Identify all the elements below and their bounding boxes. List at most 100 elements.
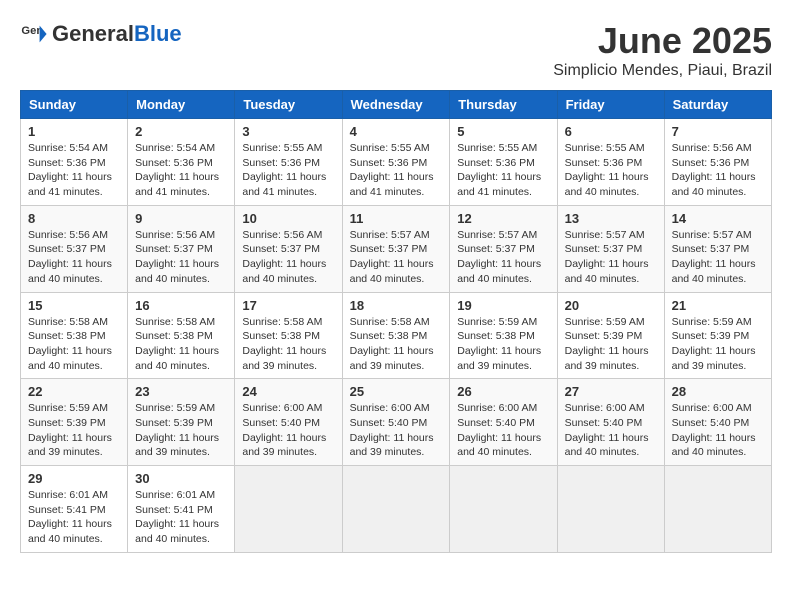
day-number: 11 — [350, 211, 443, 226]
day-info: Sunrise: 6:00 AM Sunset: 5:40 PM Dayligh… — [672, 401, 764, 460]
day-info: Sunrise: 5:57 AM Sunset: 5:37 PM Dayligh… — [672, 228, 764, 287]
day-info: Sunrise: 5:55 AM Sunset: 5:36 PM Dayligh… — [457, 141, 549, 200]
table-row: 19 Sunrise: 5:59 AM Sunset: 5:38 PM Dayl… — [450, 292, 557, 379]
day-info: Sunrise: 6:00 AM Sunset: 5:40 PM Dayligh… — [565, 401, 657, 460]
day-number: 25 — [350, 384, 443, 399]
logo-text-general: General — [52, 21, 134, 46]
table-row: 29 Sunrise: 6:01 AM Sunset: 5:41 PM Dayl… — [21, 466, 128, 553]
day-info: Sunrise: 6:01 AM Sunset: 5:41 PM Dayligh… — [135, 488, 227, 547]
location-title: Simplicio Mendes, Piaui, Brazil — [553, 62, 772, 80]
table-row: 23 Sunrise: 5:59 AM Sunset: 5:39 PM Dayl… — [128, 379, 235, 466]
day-info: Sunrise: 6:00 AM Sunset: 5:40 PM Dayligh… — [242, 401, 334, 460]
col-wednesday: Wednesday — [342, 91, 450, 119]
col-friday: Friday — [557, 91, 664, 119]
day-number: 23 — [135, 384, 227, 399]
day-number: 6 — [565, 124, 657, 139]
col-sunday: Sunday — [21, 91, 128, 119]
day-info: Sunrise: 5:54 AM Sunset: 5:36 PM Dayligh… — [135, 141, 227, 200]
table-row — [342, 466, 450, 553]
table-row: 8 Sunrise: 5:56 AM Sunset: 5:37 PM Dayli… — [21, 205, 128, 292]
day-number: 13 — [565, 211, 657, 226]
day-info: Sunrise: 5:59 AM Sunset: 5:39 PM Dayligh… — [135, 401, 227, 460]
table-row: 17 Sunrise: 5:58 AM Sunset: 5:38 PM Dayl… — [235, 292, 342, 379]
day-number: 22 — [28, 384, 120, 399]
table-row: 11 Sunrise: 5:57 AM Sunset: 5:37 PM Dayl… — [342, 205, 450, 292]
col-tuesday: Tuesday — [235, 91, 342, 119]
table-row — [450, 466, 557, 553]
day-number: 26 — [457, 384, 549, 399]
day-info: Sunrise: 5:56 AM Sunset: 5:37 PM Dayligh… — [242, 228, 334, 287]
table-row: 28 Sunrise: 6:00 AM Sunset: 5:40 PM Dayl… — [664, 379, 771, 466]
table-row: 27 Sunrise: 6:00 AM Sunset: 5:40 PM Dayl… — [557, 379, 664, 466]
calendar-row: 29 Sunrise: 6:01 AM Sunset: 5:41 PM Dayl… — [21, 466, 772, 553]
table-row: 9 Sunrise: 5:56 AM Sunset: 5:37 PM Dayli… — [128, 205, 235, 292]
day-number: 19 — [457, 298, 549, 313]
day-info: Sunrise: 5:59 AM Sunset: 5:38 PM Dayligh… — [457, 315, 549, 374]
day-info: Sunrise: 5:56 AM Sunset: 5:37 PM Dayligh… — [28, 228, 120, 287]
table-row: 7 Sunrise: 5:56 AM Sunset: 5:36 PM Dayli… — [664, 119, 771, 206]
table-row: 26 Sunrise: 6:00 AM Sunset: 5:40 PM Dayl… — [450, 379, 557, 466]
day-number: 15 — [28, 298, 120, 313]
table-row: 14 Sunrise: 5:57 AM Sunset: 5:37 PM Dayl… — [664, 205, 771, 292]
logo-text-blue: Blue — [134, 21, 182, 46]
col-thursday: Thursday — [450, 91, 557, 119]
calendar-row: 8 Sunrise: 5:56 AM Sunset: 5:37 PM Dayli… — [21, 205, 772, 292]
day-info: Sunrise: 5:58 AM Sunset: 5:38 PM Dayligh… — [242, 315, 334, 374]
table-row: 22 Sunrise: 5:59 AM Sunset: 5:39 PM Dayl… — [21, 379, 128, 466]
day-info: Sunrise: 5:59 AM Sunset: 5:39 PM Dayligh… — [28, 401, 120, 460]
day-info: Sunrise: 5:55 AM Sunset: 5:36 PM Dayligh… — [565, 141, 657, 200]
table-row: 10 Sunrise: 5:56 AM Sunset: 5:37 PM Dayl… — [235, 205, 342, 292]
day-number: 9 — [135, 211, 227, 226]
day-number: 8 — [28, 211, 120, 226]
day-number: 2 — [135, 124, 227, 139]
day-number: 3 — [242, 124, 334, 139]
table-row: 2 Sunrise: 5:54 AM Sunset: 5:36 PM Dayli… — [128, 119, 235, 206]
table-row: 6 Sunrise: 5:55 AM Sunset: 5:36 PM Dayli… — [557, 119, 664, 206]
day-number: 5 — [457, 124, 549, 139]
day-info: Sunrise: 5:57 AM Sunset: 5:37 PM Dayligh… — [565, 228, 657, 287]
table-row: 1 Sunrise: 5:54 AM Sunset: 5:36 PM Dayli… — [21, 119, 128, 206]
table-row: 21 Sunrise: 5:59 AM Sunset: 5:39 PM Dayl… — [664, 292, 771, 379]
day-info: Sunrise: 5:58 AM Sunset: 5:38 PM Dayligh… — [28, 315, 120, 374]
header: Gen GeneralBlue June 2025 Simplicio Mend… — [20, 20, 772, 80]
day-info: Sunrise: 6:00 AM Sunset: 5:40 PM Dayligh… — [457, 401, 549, 460]
day-number: 17 — [242, 298, 334, 313]
day-info: Sunrise: 5:54 AM Sunset: 5:36 PM Dayligh… — [28, 141, 120, 200]
day-info: Sunrise: 5:57 AM Sunset: 5:37 PM Dayligh… — [350, 228, 443, 287]
table-row: 5 Sunrise: 5:55 AM Sunset: 5:36 PM Dayli… — [450, 119, 557, 206]
day-number: 1 — [28, 124, 120, 139]
day-info: Sunrise: 5:56 AM Sunset: 5:36 PM Dayligh… — [672, 141, 764, 200]
table-row: 4 Sunrise: 5:55 AM Sunset: 5:36 PM Dayli… — [342, 119, 450, 206]
day-number: 24 — [242, 384, 334, 399]
col-monday: Monday — [128, 91, 235, 119]
calendar-row: 22 Sunrise: 5:59 AM Sunset: 5:39 PM Dayl… — [21, 379, 772, 466]
day-info: Sunrise: 5:58 AM Sunset: 5:38 PM Dayligh… — [350, 315, 443, 374]
calendar-header-row: Sunday Monday Tuesday Wednesday Thursday… — [21, 91, 772, 119]
day-number: 21 — [672, 298, 764, 313]
logo-icon: Gen — [20, 20, 48, 48]
calendar-row: 1 Sunrise: 5:54 AM Sunset: 5:36 PM Dayli… — [21, 119, 772, 206]
day-number: 14 — [672, 211, 764, 226]
day-info: Sunrise: 5:58 AM Sunset: 5:38 PM Dayligh… — [135, 315, 227, 374]
day-number: 20 — [565, 298, 657, 313]
col-saturday: Saturday — [664, 91, 771, 119]
table-row: 18 Sunrise: 5:58 AM Sunset: 5:38 PM Dayl… — [342, 292, 450, 379]
table-row — [664, 466, 771, 553]
day-number: 29 — [28, 471, 120, 486]
table-row: 13 Sunrise: 5:57 AM Sunset: 5:37 PM Dayl… — [557, 205, 664, 292]
table-row: 30 Sunrise: 6:01 AM Sunset: 5:41 PM Dayl… — [128, 466, 235, 553]
day-info: Sunrise: 5:56 AM Sunset: 5:37 PM Dayligh… — [135, 228, 227, 287]
table-row — [557, 466, 664, 553]
day-number: 12 — [457, 211, 549, 226]
day-info: Sunrise: 6:01 AM Sunset: 5:41 PM Dayligh… — [28, 488, 120, 547]
day-info: Sunrise: 5:59 AM Sunset: 5:39 PM Dayligh… — [565, 315, 657, 374]
day-number: 28 — [672, 384, 764, 399]
table-row: 25 Sunrise: 6:00 AM Sunset: 5:40 PM Dayl… — [342, 379, 450, 466]
table-row: 24 Sunrise: 6:00 AM Sunset: 5:40 PM Dayl… — [235, 379, 342, 466]
logo: Gen GeneralBlue — [20, 20, 182, 48]
day-info: Sunrise: 6:00 AM Sunset: 5:40 PM Dayligh… — [350, 401, 443, 460]
day-number: 18 — [350, 298, 443, 313]
table-row: 12 Sunrise: 5:57 AM Sunset: 5:37 PM Dayl… — [450, 205, 557, 292]
day-info: Sunrise: 5:59 AM Sunset: 5:39 PM Dayligh… — [672, 315, 764, 374]
table-row: 20 Sunrise: 5:59 AM Sunset: 5:39 PM Dayl… — [557, 292, 664, 379]
